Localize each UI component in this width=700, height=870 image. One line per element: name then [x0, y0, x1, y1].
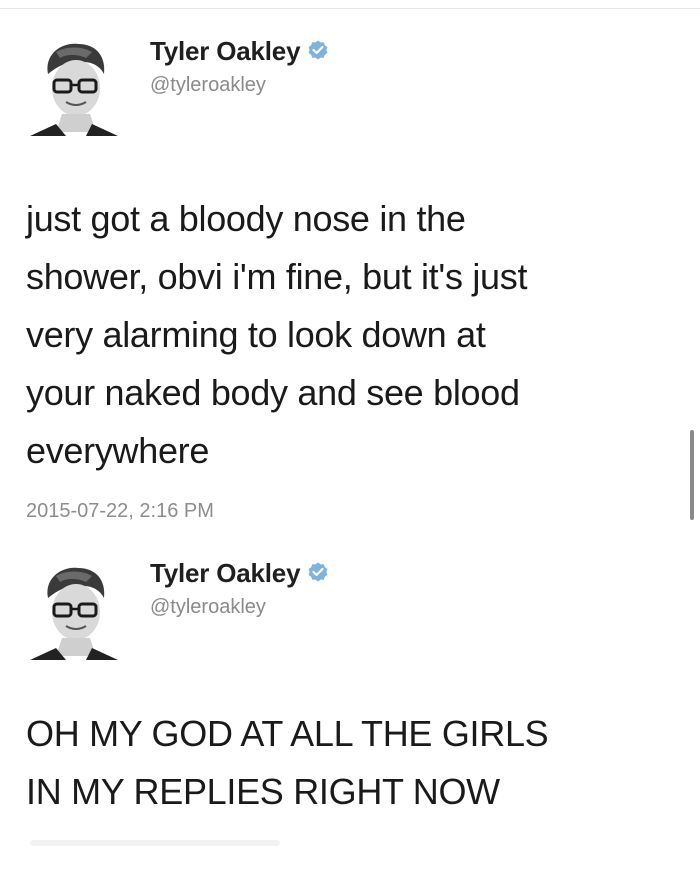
tweet-text: OH MY GOD AT ALL THE GIRLS IN MY REPLIES…	[26, 705, 666, 821]
tweet-text: just got a bloody nose in the shower, ob…	[26, 190, 666, 480]
tweet-text-line: OH MY GOD AT ALL THE GIRLS	[26, 713, 549, 754]
top-divider	[0, 8, 700, 9]
avatar-image	[26, 36, 122, 136]
display-name[interactable]: Tyler Oakley	[150, 558, 301, 589]
user-name-row: Tyler Oakley	[150, 36, 330, 66]
tweet-text-line: your naked body and see blood	[26, 372, 520, 413]
user-handle[interactable]: @tyleroakley	[150, 596, 266, 619]
avatar-image	[26, 560, 122, 660]
verified-badge-icon	[308, 40, 328, 60]
verified-badge-icon	[308, 562, 328, 582]
scrollbar[interactable]	[690, 430, 694, 520]
user-handle[interactable]: @tyleroakley	[150, 74, 266, 97]
tweet-text-line: shower, obvi i'm fine, but it's just	[26, 256, 528, 297]
avatar[interactable]	[26, 560, 122, 660]
avatar[interactable]	[26, 36, 122, 136]
tweet-text-line: very alarming to look down at	[26, 314, 486, 355]
tweet-text-line: everywhere	[26, 430, 210, 471]
display-name[interactable]: Tyler Oakley	[150, 36, 301, 67]
tweet-text-line: just got a bloody nose in the	[26, 198, 466, 239]
tweet-timestamp[interactable]: 2015-07-22, 2:16 PM	[26, 500, 214, 523]
user-name-row: Tyler Oakley	[150, 558, 330, 588]
tweet-text-line: IN MY REPLIES RIGHT NOW	[26, 771, 500, 812]
faded-timestamp	[30, 840, 280, 846]
